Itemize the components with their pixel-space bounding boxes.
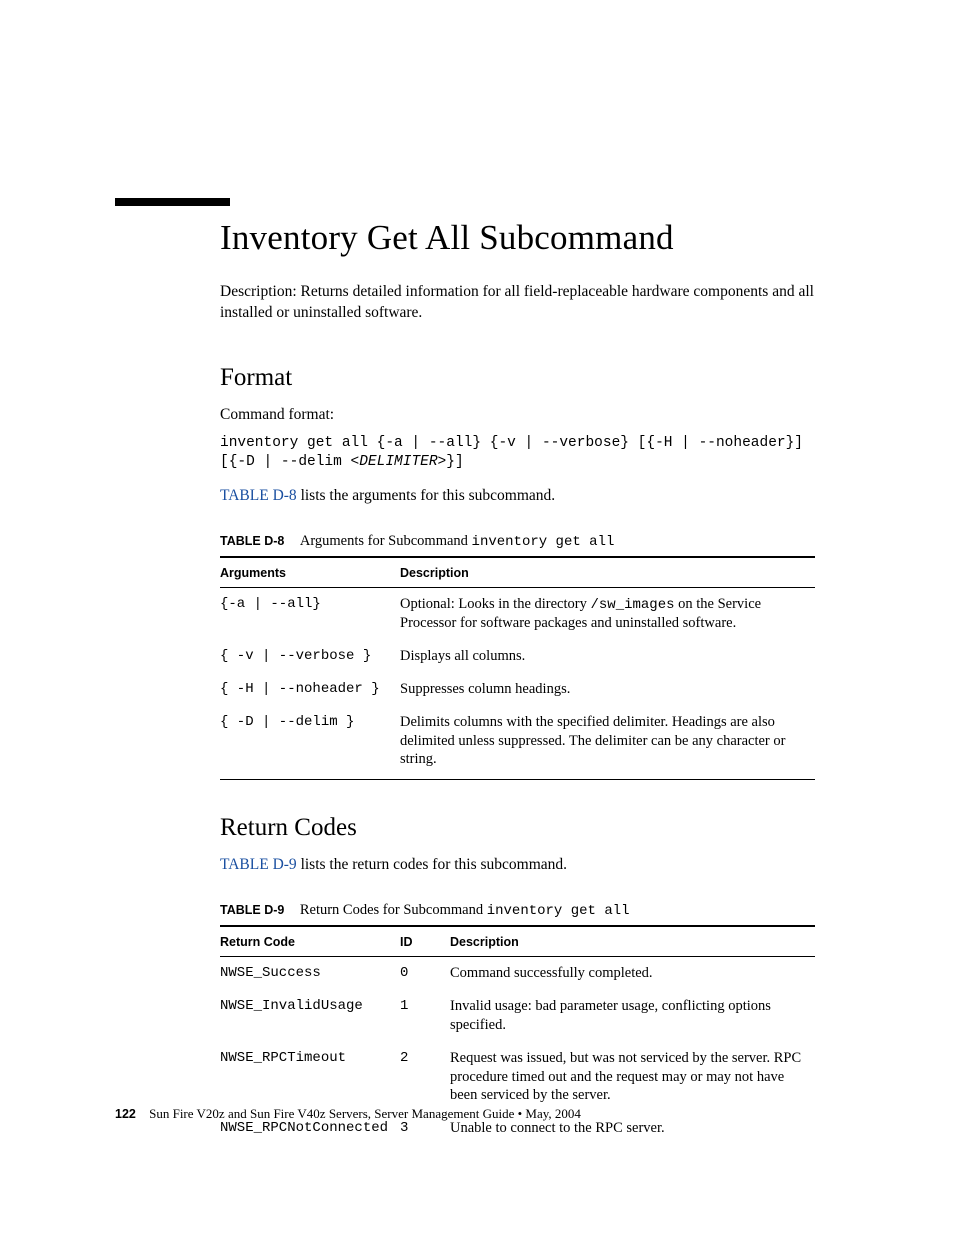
table-row: NWSE_Success 0 Command successfully comp… <box>220 957 815 990</box>
table-d8: Arguments Description {-a | --all} Optio… <box>220 556 815 780</box>
table-row: NWSE_RPCTimeout 2 Request was issued, bu… <box>220 1042 815 1113</box>
table-d9-caption: TABLE D-9 Return Codes for Subcommand in… <box>220 902 815 919</box>
intro-paragraph: Description: Returns detailed informatio… <box>220 282 815 324</box>
table-d8-link[interactable]: TABLE D-8 <box>220 487 297 504</box>
page-number: 122 <box>115 1107 136 1121</box>
section-rule <box>115 198 230 206</box>
page-footer: 122 Sun Fire V20z and Sun Fire V40z Serv… <box>115 1106 815 1122</box>
return-codes-heading: Return Codes <box>220 814 815 842</box>
command-format-code: inventory get all {-a | --all} {-v | --v… <box>220 434 815 473</box>
footer-text: Sun Fire V20z and Sun Fire V40z Servers,… <box>149 1106 581 1121</box>
th-id: ID <box>400 926 450 957</box>
th-description: Description <box>400 557 815 588</box>
page-title: Inventory Get All Subcommand <box>220 218 815 258</box>
format-heading: Format <box>220 364 815 392</box>
table-row: {-a | --all} Optional: Looks in the dire… <box>220 587 815 640</box>
table-row: NWSE_InvalidUsage 1 Invalid usage: bad p… <box>220 990 815 1042</box>
table-d9-reference: TABLE D-9 lists the return codes for thi… <box>220 856 815 874</box>
table-row: { -D | --delim } Delimits columns with t… <box>220 706 815 780</box>
table-d8-reference: TABLE D-8 lists the arguments for this s… <box>220 487 815 505</box>
th-return-code: Return Code <box>220 926 400 957</box>
th-description: Description <box>450 926 815 957</box>
th-arguments: Arguments <box>220 557 400 588</box>
table-row: { -H | --noheader } Suppresses column he… <box>220 673 815 706</box>
table-d9-link[interactable]: TABLE D-9 <box>220 856 297 873</box>
table-d8-caption: TABLE D-8 Arguments for Subcommand inven… <box>220 533 815 550</box>
format-leadin: Command format: <box>220 406 815 424</box>
table-row: { -v | --verbose } Displays all columns. <box>220 640 815 673</box>
